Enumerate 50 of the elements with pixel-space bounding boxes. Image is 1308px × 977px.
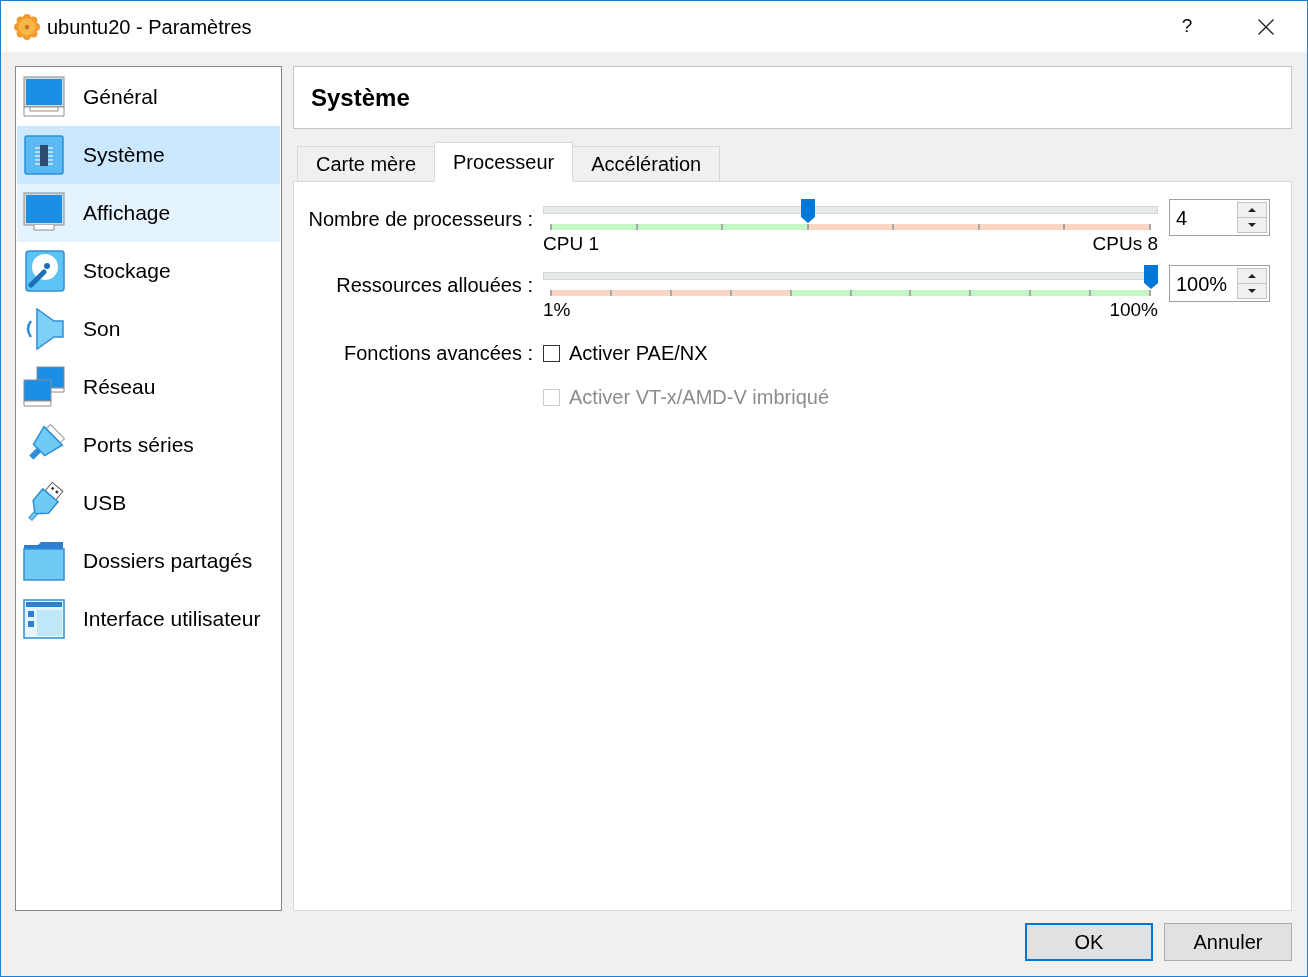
tab[interactable]: Accélération — [572, 146, 721, 181]
field-label: Ressources allouées : — [336, 273, 533, 298]
spin-up-button[interactable] — [1237, 202, 1267, 218]
spin-down-button[interactable] — [1237, 284, 1267, 299]
field-label: Nombre de processeurs : — [308, 207, 533, 232]
sidebar-item[interactable]: Système — [17, 126, 280, 184]
caret-down-icon — [1248, 289, 1256, 293]
scale-max-label: 100% — [1109, 299, 1158, 321]
tab[interactable]: Processeur — [434, 142, 574, 182]
spin-box[interactable]: 4 — [1169, 199, 1270, 236]
sidebar-item[interactable]: USB — [17, 474, 280, 532]
slider-thumb[interactable] — [801, 199, 816, 223]
sidebar-item[interactable]: Réseau — [17, 358, 280, 416]
monitor-icon — [22, 75, 66, 119]
slider[interactable] — [543, 265, 1158, 289]
checkbox-label[interactable]: Activer PAE/NX — [569, 338, 708, 368]
dialog-button[interactable]: Annuler — [1164, 923, 1292, 961]
tab[interactable]: Carte mère — [297, 146, 436, 181]
sidebar-item[interactable]: Stockage — [17, 242, 280, 300]
two-monitors-icon — [22, 365, 66, 409]
spin-box-value: 4 — [1176, 205, 1189, 231]
spin-box-value: 100% — [1176, 271, 1229, 297]
sidebar-item[interactable]: Son — [17, 300, 280, 358]
dialog-button[interactable]: OK — [1025, 923, 1153, 961]
window-title: ubuntu20 - Paramètres — [47, 14, 252, 40]
sidebar-item[interactable]: Ports séries — [17, 416, 280, 474]
scale-max-label: CPUs 8 — [1092, 233, 1158, 255]
window-icon — [22, 597, 66, 641]
spin-up-button[interactable] — [1237, 268, 1267, 284]
checkbox[interactable] — [543, 344, 560, 362]
cog-icon — [14, 13, 40, 40]
caret-up-icon — [1248, 274, 1256, 278]
field-label: Fonctions avancées : — [344, 341, 533, 366]
folder-icon — [22, 539, 66, 583]
sidebar-item[interactable]: Interface utilisateur — [17, 590, 280, 648]
help-button[interactable]: ? — [1164, 1, 1210, 52]
caret-down-icon — [1248, 223, 1256, 227]
section-title: Système — [311, 82, 410, 113]
spin-down-button[interactable] — [1237, 218, 1267, 233]
sidebar-item[interactable]: Affichage — [17, 184, 280, 242]
sidebar-item[interactable]: Général — [17, 68, 280, 126]
chip-icon — [22, 133, 66, 177]
sidebar-item[interactable]: Dossiers partagés — [17, 532, 280, 590]
close-icon — [1258, 18, 1274, 35]
slider-thumb[interactable] — [1144, 265, 1158, 289]
scale-min-label: CPU 1 — [543, 233, 599, 255]
scale-min-label: 1% — [543, 299, 571, 321]
slider[interactable] — [543, 199, 1158, 223]
caret-up-icon — [1248, 208, 1256, 212]
spin-box[interactable]: 100% — [1169, 265, 1270, 302]
